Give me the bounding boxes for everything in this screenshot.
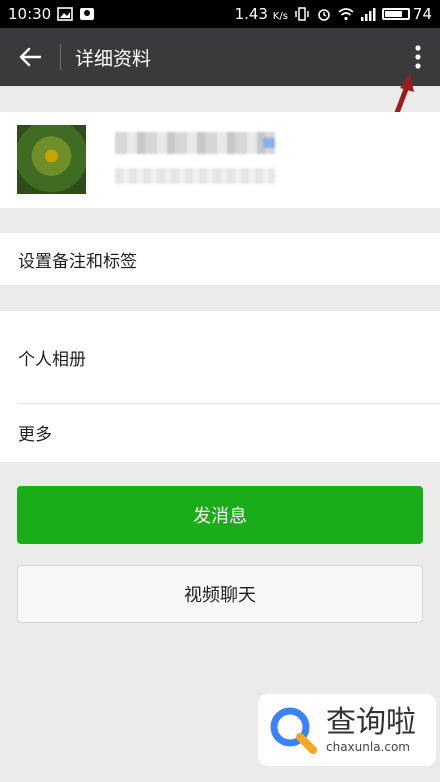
title-divider <box>60 44 61 70</box>
watermark-logo: 查询啦 chaxunla.com <box>258 694 436 766</box>
watermark-cn: 查询啦 <box>326 705 416 740</box>
signal-icon <box>360 8 376 21</box>
send-message-button[interactable]: 发消息 <box>17 486 423 544</box>
search-logo-icon <box>270 707 317 754</box>
remark-tags-label: 设置备注和标签 <box>18 251 137 272</box>
network-speed: 1.43 K/s <box>234 5 288 23</box>
personal-album-label: 个人相册 <box>18 349 86 370</box>
avatar[interactable] <box>17 125 86 194</box>
row-divider <box>18 403 440 404</box>
remark-tags-row[interactable]: 设置备注和标签 <box>0 233 440 285</box>
personal-album-row[interactable]: 个人相册 <box>0 331 440 383</box>
vibrate-icon <box>295 7 309 21</box>
back-button[interactable] <box>0 28 60 86</box>
profile-card[interactable] <box>0 112 440 208</box>
wifi-icon <box>338 8 354 21</box>
more-vertical-icon <box>415 45 421 69</box>
more-row[interactable]: 更多 <box>0 406 440 458</box>
video-chat-button[interactable]: 视频聊天 <box>17 565 423 623</box>
alarm-icon <box>318 9 330 21</box>
profile-options-group: 个人相册 更多 <box>0 311 440 462</box>
app-notification-icon <box>80 8 95 20</box>
profile-id-blurred <box>115 168 275 184</box>
status-time: 10:30 <box>8 5 52 23</box>
page-title: 详细资料 <box>75 47 152 70</box>
profile-name-blurred <box>115 132 275 154</box>
status-bar: 10:30 1.43 K/s 74 <box>0 0 440 28</box>
image-notification-icon <box>57 7 74 21</box>
battery-level: 74 <box>412 5 432 23</box>
more-label: 更多 <box>18 424 52 445</box>
back-arrow-icon <box>19 47 41 67</box>
battery-indicator: 74 <box>381 5 432 23</box>
battery-icon <box>381 8 410 20</box>
watermark-en: chaxunla.com <box>326 740 410 754</box>
